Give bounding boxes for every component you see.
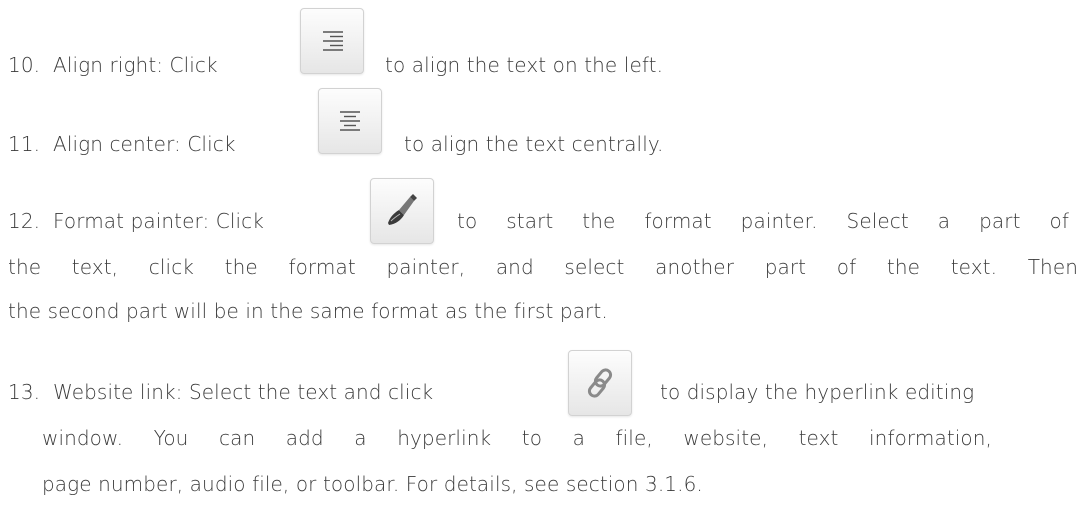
item-text: to display the hyperlink editing [660, 380, 975, 404]
item-13-after: to display the hyperlink editing [660, 380, 974, 404]
item-11-after: to align the text centrally. [404, 132, 663, 156]
item-text: to align the text on the left. [385, 53, 664, 77]
item-number: 10. [8, 53, 41, 77]
item-text: the second part will be in the same form… [8, 299, 608, 323]
item-text: to align the text centrally. [404, 132, 664, 156]
item-text: the text, click the format painter, and … [8, 255, 1078, 279]
item-12-line: 12. Format painter: Click [8, 209, 264, 233]
item-11-line: 11. Align center: Click [8, 132, 236, 156]
item-text: page number, audio file, or toolbar. For… [42, 472, 703, 496]
item-text: Format painter: Click [53, 209, 264, 233]
item-number: 12. [8, 209, 41, 233]
item-10-line: 10. Align right: Click [8, 53, 218, 77]
paintbrush-icon [388, 194, 417, 225]
item-text: Align right: Click [53, 53, 218, 77]
item-number: 13. [8, 380, 41, 404]
align-center-icon [340, 111, 360, 131]
item-12-after: to start the format painter. Select a pa… [457, 209, 1069, 233]
format-painter-button[interactable] [370, 178, 434, 244]
item-13-cont1: window. You can add a hyperlink to a fil… [42, 426, 992, 450]
align-right-icon [323, 31, 343, 51]
link-icon [587, 368, 613, 398]
item-12-cont2: the second part will be in the same form… [8, 299, 608, 323]
align-center-button[interactable] [318, 88, 382, 154]
website-link-button[interactable] [568, 350, 632, 416]
align-right-button[interactable] [300, 8, 364, 74]
item-10-after: to align the text on the left. [385, 53, 663, 77]
item-13-cont2: page number, audio file, or toolbar. For… [42, 472, 703, 496]
item-number: 11. [8, 132, 41, 156]
item-12-cont1: the text, click the format painter, and … [8, 255, 1078, 279]
item-text: Align center: Click [53, 132, 236, 156]
item-text: window. You can add a hyperlink to a fil… [42, 426, 992, 450]
item-13-line: 13. Website link: Select the text and cl… [8, 380, 433, 404]
item-text: Website link: Select the text and click [53, 380, 434, 404]
item-text: to start the format painter. Select a pa… [457, 209, 1069, 233]
